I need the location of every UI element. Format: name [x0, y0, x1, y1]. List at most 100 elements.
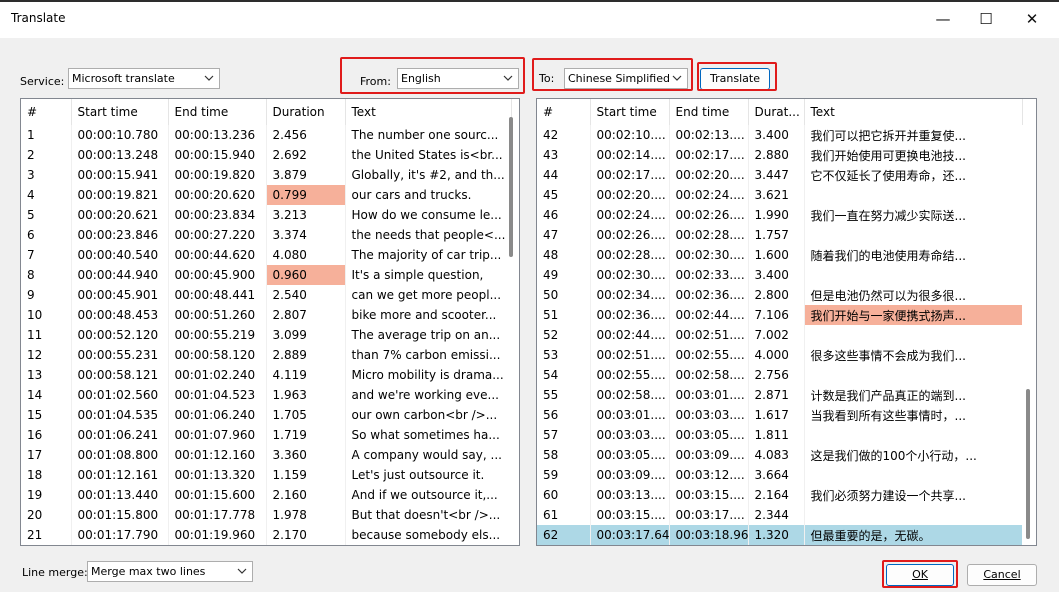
- table-row[interactable]: 9 00:00:45.901 00:00:48.441 2.540 can we get…: [21, 285, 511, 305]
- table-row[interactable]: 56 00:03:01.... 00:03:03.... 1.617 当我看到所有这些事…: [537, 405, 1022, 425]
- table-row[interactable]: 19 00:01:13.440 00:01:15.600 2.160 And if we…: [21, 485, 511, 505]
- text-cell: A company would say, ...: [351, 448, 502, 462]
- end-time-cell: 00:02:51....: [669, 325, 749, 345]
- duration-cell: 7.002: [748, 325, 805, 345]
- column-header-number[interactable]: #: [537, 99, 591, 125]
- duration-cell: 1.617: [748, 405, 805, 425]
- end-time-cell: 00:01:15.600: [168, 485, 267, 505]
- column-header-number[interactable]: #: [21, 99, 72, 125]
- maximize-button[interactable]: ☐: [966, 6, 1006, 32]
- table-row[interactable]: 57 00:03:03.... 00:03:05.... 1.811: [537, 425, 1022, 445]
- duration-cell: 1.705: [266, 405, 346, 425]
- column-header-duration[interactable]: Durat...: [748, 99, 805, 125]
- translate-button[interactable]: Translate: [700, 68, 770, 90]
- end-time-cell: 00:00:15.940: [168, 145, 267, 165]
- column-header-text[interactable]: Text: [804, 99, 1023, 125]
- duration-cell: 2.880: [748, 145, 805, 165]
- table-row[interactable]: 42 00:02:10.... 00:02:13.... 3.400 我们可以把它拆开并…: [537, 125, 1022, 145]
- table-row[interactable]: 17 00:01:08.800 00:01:12.160 3.360 A company…: [21, 445, 511, 465]
- start-time-cell: 00:00:10.780: [71, 125, 169, 145]
- start-time-cell: 00:02:24....: [590, 205, 670, 225]
- table-row[interactable]: 20 00:01:15.800 00:01:17.778 1.978 But that …: [21, 505, 511, 525]
- table-row[interactable]: 62 00:03:17.64 00:03:18.96 1.320 但最重要的是，无碳。: [537, 525, 1022, 545]
- table-row[interactable]: 59 00:03:09.... 00:03:12.... 3.664: [537, 465, 1022, 485]
- table-row[interactable]: 3 00:00:15.941 00:00:19.820 3.879 Globally, …: [21, 165, 511, 185]
- table-row[interactable]: 44 00:02:17.... 00:02:20.... 3.447 它不仅延长了使用寿…: [537, 165, 1022, 185]
- duration-cell: 7.106: [748, 305, 805, 325]
- column-header-start-time[interactable]: Start time: [71, 99, 169, 125]
- table-row[interactable]: 51 00:02:36.... 00:02:44.... 7.106 我们开始与一家便携…: [537, 305, 1022, 325]
- source-subtitle-grid[interactable]: # Start time End time Duration Text 1 00:00:1…: [20, 98, 520, 546]
- row-number: 48: [537, 245, 591, 265]
- row-number: 43: [537, 145, 591, 165]
- close-button[interactable]: ✕: [1012, 6, 1052, 32]
- table-row[interactable]: 15 00:01:04.535 00:01:06.240 1.705 our own c…: [21, 405, 511, 425]
- duration-cell: 4.119: [266, 365, 346, 385]
- end-time-cell: 00:02:44....: [669, 305, 749, 325]
- cancel-button[interactable]: Cancel: [967, 564, 1037, 586]
- table-row[interactable]: 6 00:00:23.846 00:00:27.220 3.374 the needs …: [21, 225, 511, 245]
- table-row[interactable]: 52 00:02:44.... 00:02:51.... 7.002: [537, 325, 1022, 345]
- duration-cell: 2.164: [748, 485, 805, 505]
- text-cell: [804, 505, 1022, 525]
- text-cell: than 7% carbon emissi...: [351, 348, 501, 362]
- table-row[interactable]: 13 00:00:58.121 00:01:02.240 4.119 Micro mob…: [21, 365, 511, 385]
- column-header-end-time[interactable]: End time: [669, 99, 749, 125]
- table-row[interactable]: 18 00:01:12.161 00:01:13.320 1.159 Let's jus…: [21, 465, 511, 485]
- table-row[interactable]: 10 00:00:48.453 00:00:51.260 2.807 bike more…: [21, 305, 511, 325]
- table-row[interactable]: 11 00:00:52.120 00:00:55.219 3.099 The avera…: [21, 325, 511, 345]
- service-value: Microsoft translate: [72, 72, 175, 85]
- table-row[interactable]: 2 00:00:13.248 00:00:15.940 2.692 the United…: [21, 145, 511, 165]
- table-row[interactable]: 48 00:02:28.... 00:02:30.... 1.600 随着我们的电池使用…: [537, 245, 1022, 265]
- table-row[interactable]: 1 00:00:10.780 00:00:13.236 2.456 The number…: [21, 125, 511, 145]
- table-row[interactable]: 43 00:02:14.... 00:02:17.... 2.880 我们开始使用可更换…: [537, 145, 1022, 165]
- minimize-button[interactable]: —: [923, 6, 963, 32]
- table-row[interactable]: 12 00:00:55.231 00:00:58.120 2.889 than 7% c…: [21, 345, 511, 365]
- duration-cell: 1.978: [266, 505, 346, 525]
- column-header-duration[interactable]: Duration: [266, 99, 346, 125]
- table-row[interactable]: 16 00:01:06.241 00:01:07.960 1.719 So what s…: [21, 425, 511, 445]
- table-row[interactable]: 54 00:02:55.... 00:02:58.... 2.756: [537, 365, 1022, 385]
- end-time-cell: 00:00:55.219: [168, 325, 267, 345]
- table-row[interactable]: 55 00:02:58.... 00:03:01.... 2.871 计数是我们产品真正…: [537, 385, 1022, 405]
- table-row[interactable]: 4 00:00:19.821 00:00:20.620 0.799 our cars a…: [21, 185, 511, 205]
- table-row[interactable]: 46 00:02:24.... 00:02:26.... 1.990 我们一直在努力减少…: [537, 205, 1022, 225]
- text-cell: And if we outsource it,...: [351, 488, 498, 502]
- target-grid-scrollbar[interactable]: [1026, 389, 1030, 539]
- source-grid-scrollbar[interactable]: [509, 117, 513, 257]
- row-number: 8: [21, 265, 72, 285]
- table-row[interactable]: 5 00:00:20.621 00:00:23.834 3.213 How do we …: [21, 205, 511, 225]
- table-row[interactable]: 58 00:03:05.... 00:03:09.... 4.083 这是我们做的100…: [537, 445, 1022, 465]
- table-row[interactable]: 49 00:02:30.... 00:02:33.... 3.400: [537, 265, 1022, 285]
- table-row[interactable]: 61 00:03:15.... 00:03:17.... 2.344: [537, 505, 1022, 525]
- row-number: 59: [537, 465, 591, 485]
- row-number: 46: [537, 205, 591, 225]
- table-row[interactable]: 60 00:03:13.... 00:03:15.... 2.164 我们必须努力建设一…: [537, 485, 1022, 505]
- table-row[interactable]: 7 00:00:40.540 00:00:44.620 4.080 The majori…: [21, 245, 511, 265]
- table-row[interactable]: 50 00:02:34.... 00:02:36.... 2.800 但是电池仍然可以为…: [537, 285, 1022, 305]
- ok-button[interactable]: OK: [886, 564, 954, 586]
- column-header-text[interactable]: Text: [345, 99, 512, 125]
- table-row[interactable]: 14 00:01:02.560 00:01:04.523 1.963 and we're…: [21, 385, 511, 405]
- table-row[interactable]: 8 00:00:44.940 00:00:45.900 0.960 It's a sim…: [21, 265, 511, 285]
- start-time-cell: 00:02:58....: [590, 385, 670, 405]
- table-row[interactable]: 45 00:02:20.... 00:02:24.... 3.621: [537, 185, 1022, 205]
- text-cell: and we're working eve...: [351, 388, 499, 402]
- column-header-end-time[interactable]: End time: [168, 99, 267, 125]
- from-language-select[interactable]: English: [397, 68, 519, 89]
- text-cell: The number one sourc...: [351, 128, 499, 142]
- to-language-select[interactable]: Chinese Simplified: [564, 68, 688, 89]
- target-subtitle-grid[interactable]: # Start time End time Durat... Text 42 00:02:…: [536, 98, 1037, 546]
- end-time-cell: 00:03:18.96: [669, 525, 749, 545]
- column-header-start-time[interactable]: Start time: [590, 99, 670, 125]
- table-row[interactable]: 53 00:02:51.... 00:02:55.... 4.000 很多这些事情不会成…: [537, 345, 1022, 365]
- text-cell: 这是我们做的100个小行动，...: [810, 448, 977, 463]
- row-number: 19: [21, 485, 72, 505]
- table-row[interactable]: 47 00:02:26.... 00:02:28.... 1.757: [537, 225, 1022, 245]
- table-row[interactable]: 21 00:01:17.790 00:01:19.960 2.170 because s…: [21, 525, 511, 545]
- line-merge-select[interactable]: Merge max two lines: [87, 561, 253, 582]
- start-time-cell: 00:01:13.440: [71, 485, 169, 505]
- service-select[interactable]: Microsoft translate: [68, 68, 220, 89]
- start-time-cell: 00:00:52.120: [71, 325, 169, 345]
- row-number: 44: [537, 165, 591, 185]
